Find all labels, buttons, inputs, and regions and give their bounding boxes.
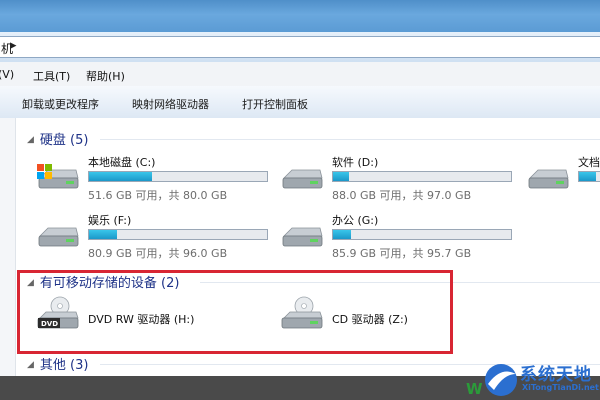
drive-space-text: 85.9 GB 可用，共 95.7 GB	[332, 247, 472, 260]
group-divider	[100, 139, 600, 140]
group-header-removable[interactable]: ◢ 有可移动存储的设备 (2)	[27, 272, 180, 291]
address-field[interactable]: 机 ▸	[0, 36, 600, 58]
address-bar: 机 ▸	[0, 32, 600, 63]
drive-item-dvd[interactable]: DVD DVD RW 驱动器 (H:)	[36, 296, 256, 342]
watermark-text: 系统天地	[520, 365, 592, 385]
group-header-hard-disks[interactable]: ◢ 硬盘 (5)	[27, 129, 89, 148]
menu-view[interactable]: (V)	[0, 68, 14, 81]
drive-usage-bar	[88, 171, 268, 182]
window-titlebar	[0, 0, 600, 32]
drive-label: 娱乐 (F:)	[88, 214, 132, 227]
menu-bar: (V) 工具(T) 帮助(H)	[0, 62, 600, 87]
breadcrumb-arrow-icon[interactable]: ▸	[10, 38, 17, 53]
hard-drive-windows-icon	[37, 164, 79, 189]
menu-help[interactable]: 帮助(H)	[86, 68, 125, 84]
drive-item-c[interactable]: 本地磁盘 (C:) 51.6 GB 可用，共 80.0 GB	[36, 154, 276, 204]
drive-space-text: 88.0 GB 可用，共 97.0 GB	[332, 189, 472, 202]
drive-label: DVD RW 驱动器 (H:)	[88, 313, 195, 326]
cd-drive-icon	[281, 296, 323, 329]
watermark-subtext: XiTongTianDi.net	[522, 383, 599, 392]
group-title: 其他 (3)	[39, 358, 89, 373]
watermark-logo-icon	[485, 364, 517, 396]
uninstall-program-button[interactable]: 卸载或更改程序	[22, 96, 99, 112]
dvd-drive-icon: DVD	[37, 296, 79, 329]
group-title: 有可移动存储的设备 (2)	[39, 276, 180, 291]
watermark-letter: W	[466, 380, 483, 398]
navigation-pane-edge	[0, 118, 16, 376]
group-header-other[interactable]: ◢ 其他 (3)	[27, 354, 89, 373]
content-pane: ◢ 硬盘 (5) 本地磁盘 (C:) 51.6 GB 可用，共 80.0 GB 软…	[0, 118, 600, 376]
drive-usage-bar	[332, 171, 512, 182]
drive-usage-bar	[332, 229, 512, 240]
command-toolbar: 卸载或更改程序 映射网络驱动器 打开控制面板	[0, 86, 600, 119]
drive-usage-bar	[88, 229, 268, 240]
drive-label: 办公 (G:)	[332, 214, 379, 227]
drive-label: CD 驱动器 (Z:)	[332, 313, 408, 326]
drive-item-d[interactable]: 软件 (D:) 88.0 GB 可用，共 97.0 GB	[280, 154, 520, 204]
drive-label: 本地磁盘 (C:)	[88, 156, 156, 169]
map-network-drive-button[interactable]: 映射网络驱动器	[132, 96, 209, 112]
dvd-badge: DVD	[41, 320, 58, 328]
drive-label: 软件 (D:)	[332, 156, 379, 169]
drive-label: 文档	[578, 156, 600, 169]
collapse-arrow-icon[interactable]: ◢	[27, 135, 34, 145]
menu-tools[interactable]: 工具(T)	[33, 68, 70, 84]
hard-drive-icon	[282, 227, 323, 247]
drive-item-f[interactable]: 娱乐 (F:) 80.9 GB 可用，共 96.0 GB	[36, 212, 276, 262]
hard-drive-icon	[528, 169, 569, 189]
open-control-panel-button[interactable]: 打开控制面板	[242, 96, 308, 112]
group-title: 硬盘 (5)	[39, 133, 89, 148]
hard-drive-icon	[38, 227, 79, 247]
drive-space-text: 80.9 GB 可用，共 96.0 GB	[88, 247, 228, 260]
drive-space-text: 51.6 GB 可用，共 80.0 GB	[88, 189, 228, 202]
drive-item-g[interactable]: 办公 (G:) 85.9 GB 可用，共 95.7 GB	[280, 212, 520, 262]
collapse-arrow-icon[interactable]: ◢	[27, 278, 34, 288]
drive-item-cd[interactable]: CD 驱动器 (Z:)	[280, 296, 450, 342]
hard-drive-icon	[282, 169, 323, 189]
collapse-arrow-icon[interactable]: ◢	[27, 360, 34, 370]
group-divider	[200, 282, 600, 283]
drive-item-documents[interactable]: 文档	[526, 154, 600, 204]
drive-usage-bar	[578, 171, 600, 182]
watermark: 系统天地 XiTongTianDi.net	[482, 360, 600, 400]
